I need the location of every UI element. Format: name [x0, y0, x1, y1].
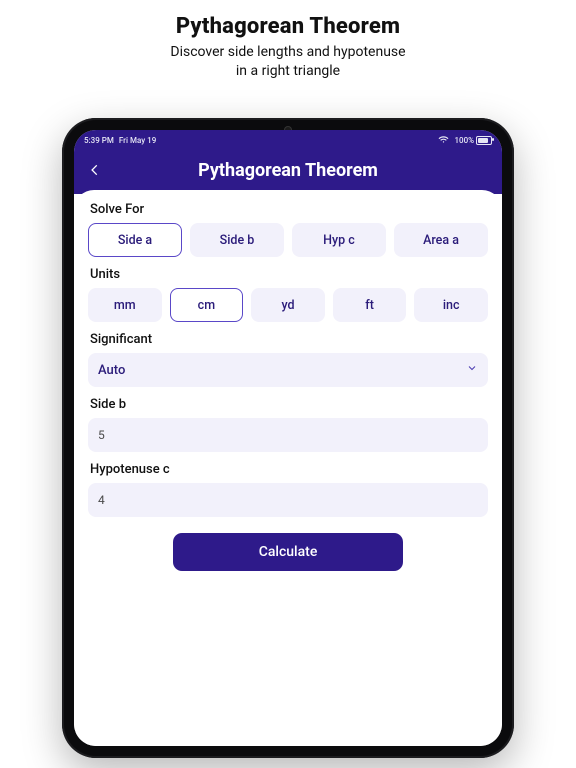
battery-indicator: 100%: [454, 136, 492, 145]
significant-select[interactable]: Auto: [88, 353, 488, 387]
units-options: mm cm yd ft inc: [88, 288, 488, 322]
promo-sub-line1: Discover side lengths and hypotenuse: [170, 44, 405, 60]
chip-hyp-c[interactable]: Hyp c: [292, 223, 386, 257]
side-b-input[interactable]: 5: [88, 418, 488, 452]
chip-side-a[interactable]: Side a: [88, 223, 182, 257]
chevron-down-icon: [466, 362, 478, 378]
significant-label: Significant: [90, 332, 486, 347]
hyp-c-label: Hypotenuse c: [90, 462, 486, 477]
chip-ft[interactable]: ft: [333, 288, 407, 322]
app-bar: 5:39 PM Fri May 19 100%: [74, 130, 502, 194]
chip-side-b[interactable]: Side b: [190, 223, 284, 257]
hyp-c-value: 4: [98, 493, 105, 507]
promo-title: Pythagorean Theorem: [0, 14, 576, 39]
side-b-label: Side b: [90, 397, 486, 412]
chevron-left-icon: [88, 163, 102, 177]
side-b-value: 5: [98, 428, 105, 442]
promo-sub-line2: in a right triangle: [236, 63, 340, 79]
solve-for-label: Solve For: [90, 202, 486, 217]
tablet-mockup: 5:39 PM Fri May 19 100%: [62, 118, 514, 758]
chip-inc[interactable]: inc: [414, 288, 488, 322]
significant-value: Auto: [98, 363, 125, 378]
status-time: 5:39 PM: [84, 136, 114, 145]
content-card: Solve For Side a Side b Hyp c Area a Uni…: [74, 190, 502, 746]
app-screen: 5:39 PM Fri May 19 100%: [74, 130, 502, 746]
chip-yd[interactable]: yd: [251, 288, 325, 322]
chip-cm[interactable]: cm: [170, 288, 244, 322]
page-title: Pythagorean Theorem: [198, 160, 378, 181]
units-label: Units: [90, 267, 486, 282]
status-date: Fri May 19: [119, 136, 156, 145]
calculate-button[interactable]: Calculate: [173, 533, 403, 571]
wifi-icon: [438, 135, 449, 146]
chip-area-a[interactable]: Area a: [394, 223, 488, 257]
solve-for-options: Side a Side b Hyp c Area a: [88, 223, 488, 257]
battery-pct: 100%: [454, 136, 474, 145]
back-button[interactable]: [84, 159, 106, 181]
hyp-c-input[interactable]: 4: [88, 483, 488, 517]
status-bar: 5:39 PM Fri May 19 100%: [74, 130, 502, 148]
chip-mm[interactable]: mm: [88, 288, 162, 322]
promo-subtitle: Discover side lengths and hypotenuse in …: [0, 43, 576, 81]
